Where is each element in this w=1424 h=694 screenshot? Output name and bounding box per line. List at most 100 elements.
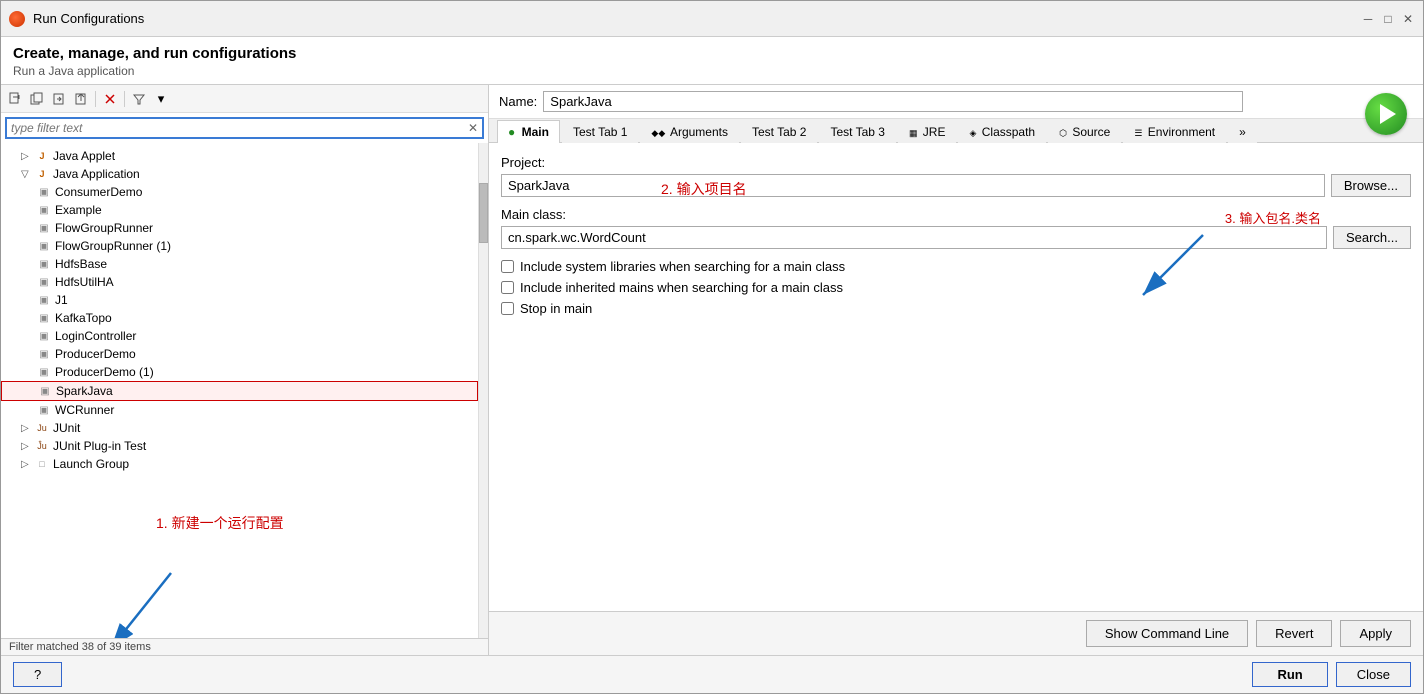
expand-icon: ▷: [21, 459, 31, 470]
tree-item-spark-java[interactable]: ▣ SparkJava: [1, 381, 478, 401]
tab-test2[interactable]: Test Tab 2: [741, 120, 817, 143]
tree-item-label: HdfsBase: [55, 257, 107, 271]
export-button[interactable]: [71, 89, 91, 109]
window-controls[interactable]: ─ □ ✕: [1361, 12, 1415, 26]
include-inherited-checkbox[interactable]: [501, 281, 514, 294]
tree-item-junit-plugin[interactable]: ▷ Ĵu JUnit Plug-in Test: [1, 437, 478, 455]
tab-source[interactable]: ⬡ Source: [1048, 120, 1121, 143]
tree-item-label: ConsumerDemo: [55, 185, 142, 199]
tree-item-hdfs-util-ha[interactable]: ▣ HdfsUtilHA: [1, 273, 478, 291]
status-text: Filter matched 38 of 39 items: [9, 641, 151, 653]
tab-environment[interactable]: ☰ Environment: [1123, 120, 1226, 143]
tree-item-wc-runner[interactable]: ▣ WCRunner: [1, 401, 478, 419]
show-command-line-button[interactable]: Show Command Line: [1086, 620, 1248, 647]
revert-button[interactable]: Revert: [1256, 620, 1332, 647]
tree-item-flow-group-runner[interactable]: ▣ FlowGroupRunner: [1, 219, 478, 237]
search-clear-button[interactable]: ✕: [464, 119, 482, 137]
tree-item-label: ProducerDemo (1): [55, 365, 154, 379]
run-button-large[interactable]: [1365, 93, 1407, 135]
tab-label: Test Tab 2: [752, 125, 806, 139]
filter-button[interactable]: [129, 89, 149, 109]
tab-main[interactable]: ● Main: [497, 120, 560, 143]
tree-toolbar: ▾: [1, 85, 488, 113]
tree-item-label: Launch Group: [53, 457, 129, 471]
duplicate-button[interactable]: [27, 89, 47, 109]
item-icon: ▣: [37, 275, 51, 289]
import-button[interactable]: [49, 89, 69, 109]
project-input[interactable]: [501, 174, 1325, 197]
tab-arguments[interactable]: ◆◆ Arguments: [640, 120, 739, 143]
tree-item-kafka-topo[interactable]: ▣ KafkaTopo: [1, 309, 478, 327]
window-title: Run Configurations: [33, 11, 1353, 26]
launch-group-icon: □: [35, 457, 49, 471]
checkboxes-group: Include system libraries when searching …: [501, 259, 1411, 316]
new-config-button[interactable]: [5, 89, 25, 109]
minimize-button[interactable]: ─: [1361, 12, 1375, 26]
tree-item-hdfs-base[interactable]: ▣ HdfsBase: [1, 255, 478, 273]
run-play-button[interactable]: [1365, 93, 1407, 135]
tree-item-launch-group[interactable]: ▷ □ Launch Group: [1, 455, 478, 473]
main-class-search-button[interactable]: Search...: [1333, 226, 1411, 249]
tree-item-label: J1: [55, 293, 68, 307]
expand-icon: ▽: [21, 169, 31, 180]
tab-jre[interactable]: ▦ JRE: [898, 120, 957, 143]
item-icon: ▣: [37, 221, 51, 235]
help-button[interactable]: ?: [13, 662, 62, 687]
apply-button[interactable]: Apply: [1340, 620, 1411, 647]
footer-actions: Run Close: [1252, 662, 1411, 687]
tab-label: »: [1239, 125, 1246, 139]
junit-icon: Ju: [35, 421, 49, 435]
toolbar-separator-1: [95, 91, 96, 107]
junit-plugin-icon: Ĵu: [35, 439, 49, 453]
tree-item-label: LoginController: [55, 329, 136, 343]
tree-item-example[interactable]: ▣ Example: [1, 201, 478, 219]
tree-item-consumer-demo[interactable]: ▣ ConsumerDemo: [1, 183, 478, 201]
tree-item-junit[interactable]: ▷ Ju JUnit: [1, 419, 478, 437]
name-input[interactable]: [543, 91, 1243, 112]
tree-item-label: SparkJava: [56, 384, 113, 398]
tree-scrollbar[interactable]: [478, 143, 488, 638]
tree-item-label: KafkaTopo: [55, 311, 112, 325]
name-row: Name:: [489, 85, 1423, 119]
java-application-icon: J: [35, 167, 49, 181]
expand-icon: ▷: [21, 151, 31, 162]
tab-test1[interactable]: Test Tab 1: [562, 120, 638, 143]
scrollbar-thumb[interactable]: [479, 183, 488, 243]
stop-in-main-checkbox[interactable]: [501, 302, 514, 315]
tab-label: Test Tab 3: [830, 125, 884, 139]
tree-item-login-controller[interactable]: ▣ LoginController: [1, 327, 478, 345]
delete-button[interactable]: [100, 89, 120, 109]
include-system-checkbox[interactable]: [501, 260, 514, 273]
main-class-row: 3. 输入包名.类名 Search...: [501, 226, 1411, 249]
project-browse-button[interactable]: Browse...: [1331, 174, 1411, 197]
item-icon: ▣: [37, 403, 51, 417]
search-box[interactable]: ✕: [5, 117, 484, 139]
item-icon: ▣: [37, 311, 51, 325]
close-button[interactable]: Close: [1336, 662, 1411, 687]
project-field-group: Project: 2. 输入项目名 Browse...: [501, 155, 1411, 197]
classpath-icon: ◈: [969, 128, 976, 138]
tree-item-producer-demo-1[interactable]: ▣ ProducerDemo (1): [1, 363, 478, 381]
tree-item-label: FlowGroupRunner: [55, 221, 153, 235]
run-button[interactable]: Run: [1252, 662, 1327, 687]
main-area: ▾ ✕ ▷ J Java Applet ▽ J Java Application: [1, 85, 1423, 655]
search-input[interactable]: [7, 119, 464, 137]
tab-more[interactable]: »: [1228, 120, 1257, 143]
tree-item-flow-group-runner-1[interactable]: ▣ FlowGroupRunner (1): [1, 237, 478, 255]
filter-dropdown-button[interactable]: ▾: [151, 89, 171, 109]
tree-item-j1[interactable]: ▣ J1: [1, 291, 478, 309]
main-class-input[interactable]: [501, 226, 1327, 249]
titlebar: Run Configurations ─ □ ✕: [1, 1, 1423, 37]
tab-classpath[interactable]: ◈ Classpath: [958, 120, 1046, 143]
tree-item-java-application[interactable]: ▽ J Java Application: [1, 165, 478, 183]
item-icon: ▣: [37, 329, 51, 343]
tab-test3[interactable]: Test Tab 3: [819, 120, 895, 143]
tab-label: Environment: [1148, 125, 1215, 139]
tree-item-producer-demo[interactable]: ▣ ProducerDemo: [1, 345, 478, 363]
tab-label: JRE: [923, 125, 946, 139]
close-button[interactable]: ✕: [1401, 12, 1415, 26]
tree-item-java-applet[interactable]: ▷ J Java Applet: [1, 147, 478, 165]
bottom-buttons: Show Command Line Revert Apply: [489, 611, 1423, 655]
project-annotation: 2. 输入项目名: [661, 179, 747, 199]
maximize-button[interactable]: □: [1381, 12, 1395, 26]
